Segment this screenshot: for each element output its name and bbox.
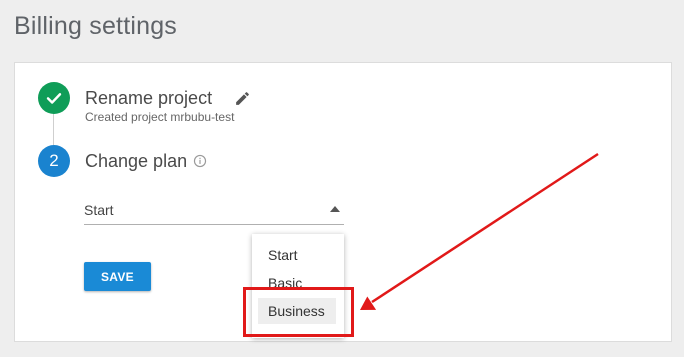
annotation-arrow xyxy=(360,152,599,310)
